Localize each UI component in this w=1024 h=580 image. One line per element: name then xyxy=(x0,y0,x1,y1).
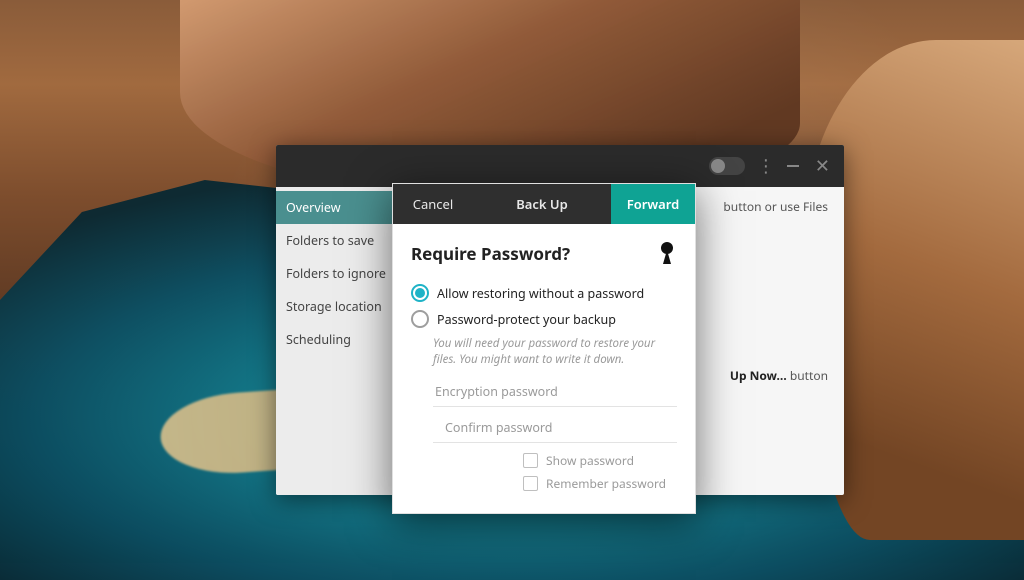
overview-hint-top: button or use Files xyxy=(723,199,828,216)
radio-label: Allow restoring without a password xyxy=(437,285,644,302)
radio-label: Password-protect your backup xyxy=(437,311,616,328)
sidebar-item-label: Storage location xyxy=(286,298,382,315)
sidebar-item-label: Folders to save xyxy=(286,232,374,249)
radio-indicator xyxy=(411,284,429,302)
cancel-button[interactable]: Cancel xyxy=(393,184,473,224)
confirm-password-field[interactable]: Confirm password xyxy=(433,413,677,443)
forward-button[interactable]: Forward xyxy=(611,184,695,224)
sidebar-item-overview[interactable]: Overview xyxy=(276,191,402,224)
checkbox-box xyxy=(523,453,538,468)
sidebar-item-label: Scheduling xyxy=(286,331,351,348)
password-hint: You will need your password to restore y… xyxy=(433,336,677,367)
close-icon[interactable]: ✕ xyxy=(811,157,834,175)
app-titlebar[interactable]: ⋮ ✕ xyxy=(276,145,844,187)
encryption-password-field[interactable]: Encryption password xyxy=(433,377,677,407)
dialog-header: Cancel Back Up Forward xyxy=(393,184,695,224)
keyhole-icon xyxy=(657,240,677,266)
require-password-dialog: Cancel Back Up Forward Require Password?… xyxy=(392,183,696,514)
radio-allow-no-password[interactable]: Allow restoring without a password xyxy=(411,280,677,306)
password-radio-group: Allow restoring without a password Passw… xyxy=(411,280,677,332)
overview-hint-mid: Up Now… button xyxy=(730,367,828,384)
dialog-question: Require Password? xyxy=(411,242,570,265)
checkbox-label: Remember password xyxy=(546,475,666,492)
more-menu-icon[interactable]: ⋮ xyxy=(757,157,775,175)
remember-password-checkbox[interactable]: Remember password xyxy=(523,472,677,495)
sidebar-item-storage-location[interactable]: Storage location xyxy=(276,290,402,323)
minimize-icon[interactable] xyxy=(787,165,799,167)
password-section: You will need your password to restore y… xyxy=(433,336,677,495)
radio-password-protect[interactable]: Password-protect your backup xyxy=(411,306,677,332)
radio-indicator xyxy=(411,310,429,328)
dialog-title: Back Up xyxy=(473,184,611,224)
checkbox-box xyxy=(523,476,538,491)
checkbox-label: Show password xyxy=(546,452,634,469)
sidebar-item-folders-save[interactable]: Folders to save xyxy=(276,224,402,257)
show-password-checkbox[interactable]: Show password xyxy=(523,449,677,472)
sidebar-item-label: Overview xyxy=(286,199,341,216)
sidebar-item-folders-ignore[interactable]: Folders to ignore xyxy=(276,257,402,290)
sidebar-item-scheduling[interactable]: Scheduling xyxy=(276,323,402,356)
autobackup-toggle[interactable] xyxy=(709,157,745,175)
sidebar-item-label: Folders to ignore xyxy=(286,265,386,282)
sidebar: Overview Folders to save Folders to igno… xyxy=(276,187,403,495)
